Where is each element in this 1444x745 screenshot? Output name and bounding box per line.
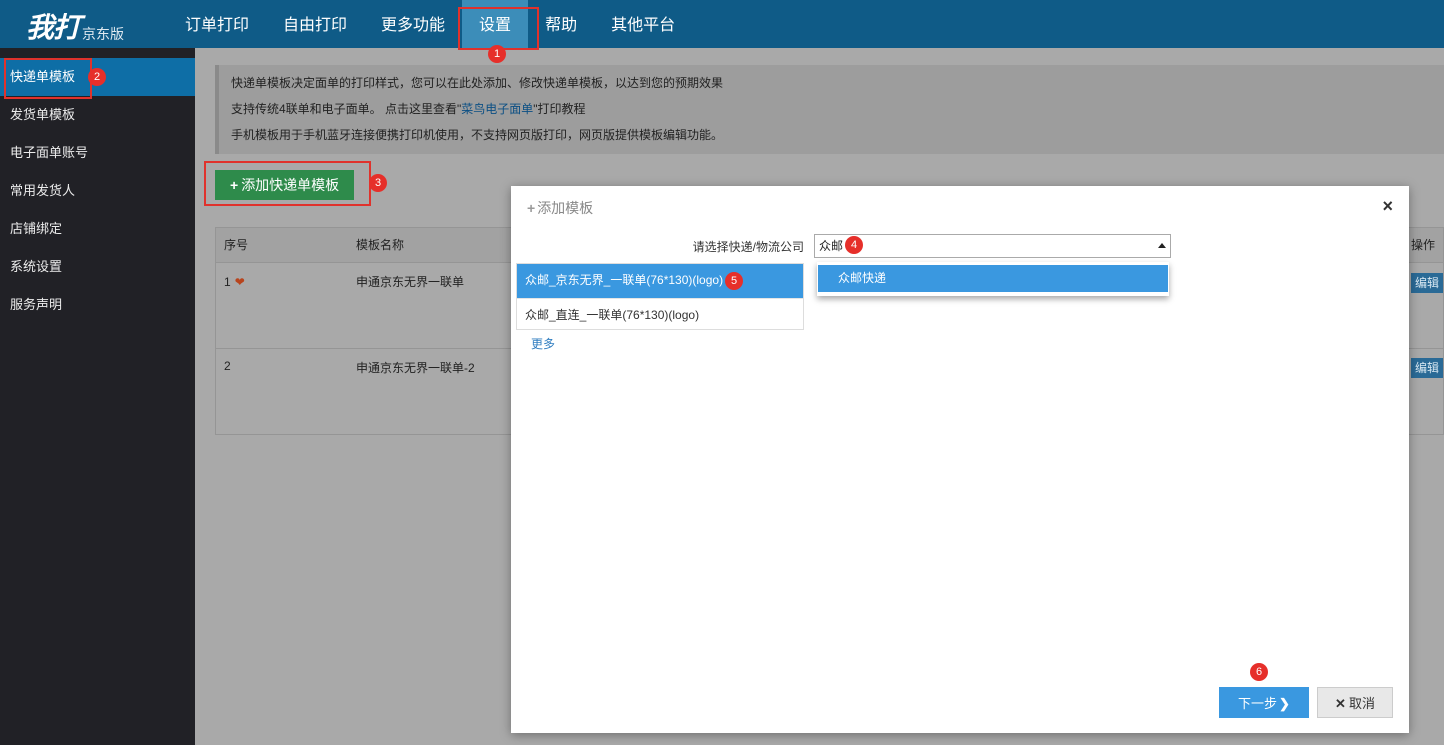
edit-button[interactable]: 编辑 bbox=[1410, 358, 1443, 378]
add-express-template-label: 添加快递单模板 bbox=[241, 177, 340, 193]
logo-main: 我打 bbox=[26, 11, 81, 44]
sidebar-item-invoice-template[interactable]: 发货单模板 bbox=[0, 96, 195, 134]
plus-icon: + bbox=[527, 200, 536, 216]
info-line-2-text: 支持传统4联单和电子面单。 点击这里查看" bbox=[231, 102, 462, 116]
next-step-button[interactable]: 下一步 ❯ bbox=[1219, 687, 1309, 718]
top-nav-bar: 我打 京东版 订单打印 自由打印 更多功能 设置 帮助 其他平台 bbox=[0, 0, 1444, 48]
cainiao-link[interactable]: 菜鸟电子面单 bbox=[461, 102, 533, 116]
header-operation: 操作 bbox=[1411, 238, 1436, 252]
logo-sub: 京东版 bbox=[82, 26, 125, 42]
dropdown-option-zhongyou[interactable]: 众邮快递 bbox=[818, 265, 1168, 292]
row-template-name: 申通京东无界一联单-2 bbox=[356, 361, 475, 375]
close-icon[interactable]: × bbox=[1382, 196, 1393, 217]
more-link[interactable]: 更多 bbox=[531, 335, 555, 352]
template-list: 众邮_京东无界_一联单(76*130)(logo) 众邮_直连_一联单(76*1… bbox=[516, 263, 804, 330]
chevron-right-icon: ❯ bbox=[1279, 696, 1290, 711]
annotation-badge-6: 6 bbox=[1250, 663, 1268, 681]
sidebar: 快递单模板 发货单模板 电子面单账号 常用发货人 店铺绑定 系统设置 服务声明 bbox=[0, 48, 195, 745]
sidebar-item-service-statement[interactable]: 服务声明 bbox=[0, 286, 195, 324]
main-nav: 订单打印 自由打印 更多功能 设置 帮助 其他平台 bbox=[168, 0, 692, 48]
annotation-badge-4: 4 bbox=[845, 236, 863, 254]
sidebar-item-senders[interactable]: 常用发货人 bbox=[0, 172, 195, 210]
sidebar-item-system-settings[interactable]: 系统设置 bbox=[0, 248, 195, 286]
list-item[interactable]: 众邮_直连_一联单(76*130)(logo) bbox=[517, 298, 803, 331]
nav-help[interactable]: 帮助 bbox=[528, 0, 594, 48]
company-select-value: 众邮 bbox=[819, 239, 844, 253]
info-line-1: 快递单模板决定面单的打印样式，您可以在此处添加、修改快递单模板，以达到您的预期效… bbox=[231, 76, 724, 90]
app-logo[interactable]: 我打 京东版 bbox=[26, 6, 125, 44]
close-icon: ✕ bbox=[1335, 696, 1346, 711]
annotation-badge-2: 2 bbox=[88, 68, 106, 86]
sidebar-item-eorder-account[interactable]: 电子面单账号 bbox=[0, 134, 195, 172]
row-index: 2 bbox=[224, 359, 231, 373]
info-panel: 快递单模板决定面单的打印样式，您可以在此处添加、修改快递单模板，以达到您的预期效… bbox=[215, 65, 1444, 154]
info-line-3: 手机模板用于手机蓝牙连接便携打印机使用，不支持网页版打印，网页版提供模板编辑功能… bbox=[231, 128, 724, 142]
row-index: 1 ❤ bbox=[224, 275, 245, 289]
row-index-value: 1 bbox=[224, 275, 231, 289]
info-line-2-suffix: "打印教程 bbox=[533, 102, 586, 116]
header-name: 模板名称 bbox=[356, 238, 405, 252]
plus-icon: + bbox=[230, 177, 239, 193]
company-label: 请选择快递/物流公司 bbox=[692, 240, 804, 254]
nav-settings[interactable]: 设置 bbox=[462, 0, 529, 48]
add-template-modal: + 添加模板 × 请选择快递/物流公司 众邮 4 众邮快递 众邮_京东无界_一联单… bbox=[511, 186, 1409, 733]
annotation-badge-3: 3 bbox=[369, 174, 387, 192]
edit-button[interactable]: 编辑 bbox=[1410, 273, 1443, 293]
sidebar-item-shop-binding[interactable]: 店铺绑定 bbox=[0, 210, 195, 248]
annotation-badge-1: 1 bbox=[488, 45, 506, 63]
nav-order-print[interactable]: 订单打印 bbox=[168, 0, 266, 48]
nav-other-platforms[interactable]: 其他平台 bbox=[594, 0, 692, 48]
company-select[interactable]: 众邮 bbox=[814, 234, 1171, 258]
cancel-button[interactable]: ✕ 取消 bbox=[1317, 687, 1393, 718]
company-dropdown: 众邮快递 bbox=[817, 262, 1169, 296]
header-index: 序号 bbox=[224, 238, 249, 252]
modal-title-text: 添加模板 bbox=[537, 200, 594, 216]
heart-icon: ❤ bbox=[234, 275, 245, 289]
modal-title: + 添加模板 bbox=[527, 198, 593, 218]
caret-up-icon bbox=[1158, 243, 1166, 248]
info-line-2: 支持传统4联单和电子面单。 点击这里查看"菜鸟电子面单"打印教程 bbox=[231, 99, 1432, 125]
annotation-badge-5: 5 bbox=[725, 272, 743, 290]
add-express-template-button[interactable]: + 添加快递单模板 bbox=[215, 170, 355, 200]
cancel-label: 取消 bbox=[1348, 696, 1375, 711]
nav-more-features[interactable]: 更多功能 bbox=[364, 0, 462, 48]
next-step-label: 下一步 bbox=[1238, 696, 1278, 711]
nav-free-print[interactable]: 自由打印 bbox=[266, 0, 364, 48]
row-template-name: 申通京东无界一联单 bbox=[356, 275, 465, 289]
list-item[interactable]: 众邮_京东无界_一联单(76*130)(logo) bbox=[517, 264, 803, 298]
